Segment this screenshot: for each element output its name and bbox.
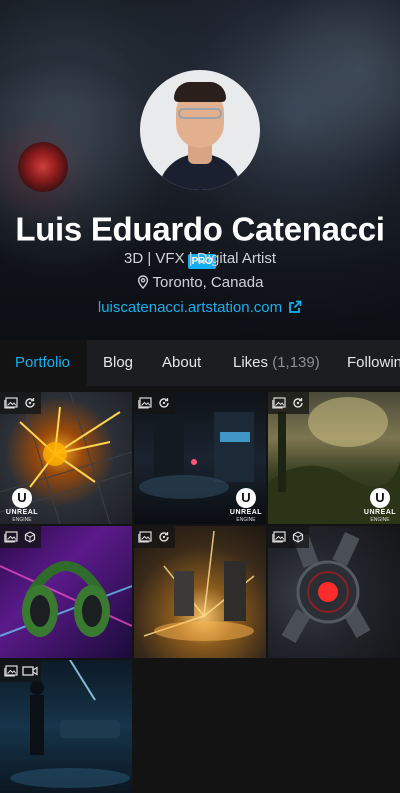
rotate-icon xyxy=(290,395,306,411)
tab-likes-label: Likes xyxy=(233,354,269,371)
image-icon xyxy=(271,395,287,411)
tab-portfolio-label: Portfolio xyxy=(15,354,71,371)
tab-about-label: About xyxy=(162,354,202,371)
thumbnail[interactable] xyxy=(0,660,132,793)
tab-blog-label: Blog xyxy=(103,354,134,371)
tab-following-label: Following xyxy=(347,354,400,371)
profile-tagline: 3D | VFX | Digital Artist xyxy=(124,250,276,267)
cube-icon xyxy=(22,529,38,545)
thumbnail[interactable] xyxy=(268,526,400,658)
tab-following[interactable]: Following xyxy=(332,340,400,386)
media-type-badge xyxy=(0,660,41,682)
media-type-badge xyxy=(0,526,41,548)
image-icon xyxy=(137,529,153,545)
likes-count: (1,139) xyxy=(272,354,320,371)
thumbnail[interactable]: U UNREAL ENGINE xyxy=(0,392,132,524)
image-icon xyxy=(3,663,19,679)
media-type-badge xyxy=(134,526,175,548)
image-icon xyxy=(271,529,287,545)
location-text: Toronto, Canada xyxy=(152,274,264,291)
website-text[interactable]: luiscatenacci.artstation.com xyxy=(98,299,282,316)
cube-icon xyxy=(290,529,306,545)
profile-tabs: Portfolio Blog About Likes (1,139) Follo… xyxy=(0,340,400,386)
media-type-badge xyxy=(0,392,41,414)
rotate-icon xyxy=(156,529,172,545)
thumbnail[interactable]: U UNREAL ENGINE xyxy=(268,392,400,524)
profile-website-link[interactable]: luiscatenacci.artstation.com xyxy=(0,299,400,316)
media-type-badge xyxy=(268,392,309,414)
media-type-badge xyxy=(268,526,309,548)
tab-likes[interactable]: Likes (1,139) xyxy=(218,340,335,386)
thumbnail[interactable]: U UNREAL ENGINE xyxy=(134,392,266,524)
tab-portfolio[interactable]: Portfolio xyxy=(0,340,87,386)
video-icon xyxy=(22,663,38,679)
unreal-engine-logo: U UNREAL ENGINE xyxy=(5,488,39,523)
rotate-icon xyxy=(156,395,172,411)
thumbnail[interactable] xyxy=(0,526,132,658)
thumbnail[interactable] xyxy=(134,526,266,658)
rotate-icon xyxy=(22,395,38,411)
media-type-badge xyxy=(134,392,175,414)
tab-about[interactable]: About xyxy=(147,340,216,386)
unreal-engine-logo: U UNREAL ENGINE xyxy=(363,488,397,523)
profile-name-text: Luis Eduardo Catenacci xyxy=(15,210,385,248)
unreal-engine-logo: U UNREAL ENGINE xyxy=(229,488,263,523)
external-link-icon xyxy=(289,300,302,313)
image-icon xyxy=(3,529,19,545)
avatar[interactable] xyxy=(140,70,260,190)
image-icon xyxy=(137,395,153,411)
image-icon xyxy=(3,395,19,411)
profile-location: Toronto, Canada xyxy=(0,274,400,291)
tab-blog[interactable]: Blog xyxy=(88,340,148,386)
location-pin-icon xyxy=(137,275,148,290)
